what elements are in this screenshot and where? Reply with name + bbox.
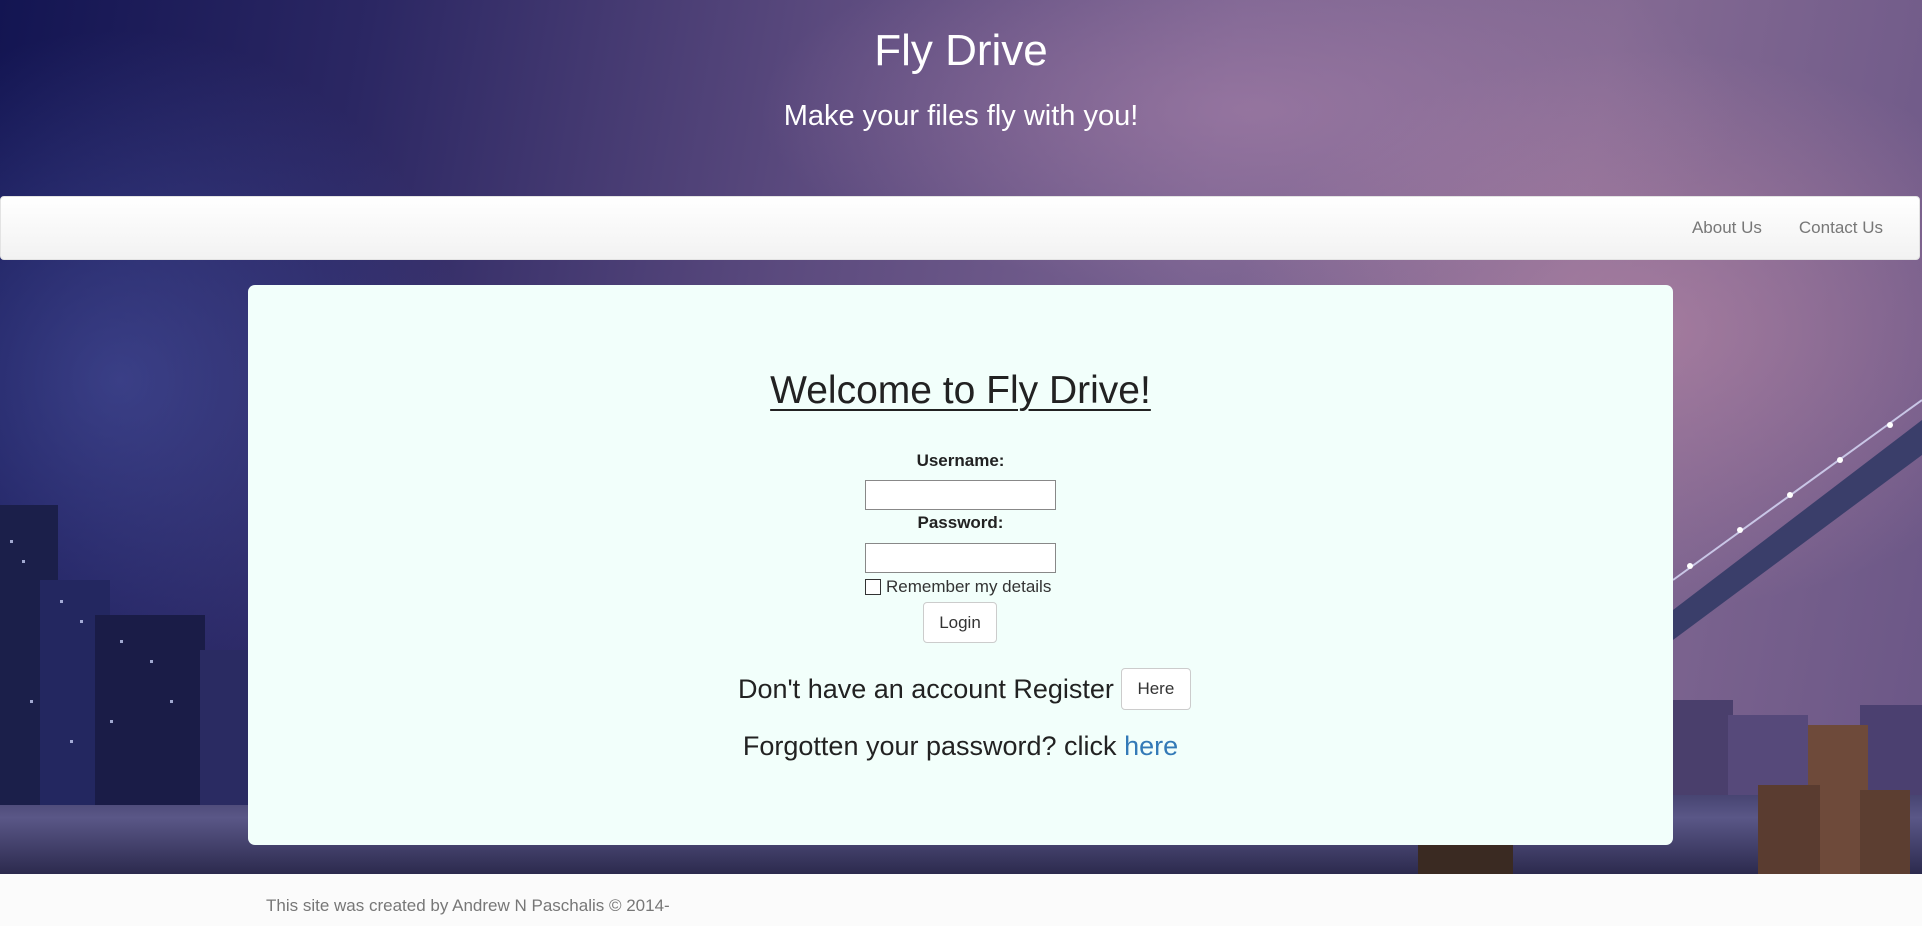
username-label: Username: <box>916 451 1005 470</box>
nav-about-us-link[interactable]: About Us <box>1692 218 1762 238</box>
navbar: About Us Contact Us <box>0 196 1920 260</box>
register-row: Don't have an account Register Here <box>738 668 1191 710</box>
remember-me-checkbox[interactable] <box>865 579 881 595</box>
forgot-password-row: Forgotten your password? click here <box>248 731 1673 762</box>
register-here-button[interactable]: Here <box>1120 668 1191 710</box>
welcome-heading: Welcome to Fly Drive! <box>770 369 1151 412</box>
remember-me-label: Remember my details <box>886 577 1052 596</box>
forgot-password-link[interactable]: here <box>1124 731 1178 761</box>
login-panel: Welcome to Fly Drive! Username: Password… <box>248 285 1673 845</box>
register-text: Don't have an account Register <box>738 673 1114 704</box>
forgot-password-text: Forgotten your password? click <box>742 731 1125 761</box>
nav-links: About Us Contact Us <box>1692 197 1883 259</box>
footer: This site was created by Andrew N Pascha… <box>0 874 1922 926</box>
username-input[interactable] <box>865 480 1056 510</box>
password-label: Password: <box>917 513 1004 532</box>
remember-me-row[interactable]: Remember my details <box>865 577 1051 597</box>
site-title: Fly Drive <box>874 26 1048 75</box>
login-button[interactable]: Login <box>923 602 997 643</box>
footer-credit-text: This site was created by Andrew N Pascha… <box>266 896 670 915</box>
site-tagline: Make your files fly with you! <box>783 100 1139 132</box>
password-input[interactable] <box>865 543 1056 573</box>
nav-contact-us-link[interactable]: Contact Us <box>1799 218 1883 238</box>
